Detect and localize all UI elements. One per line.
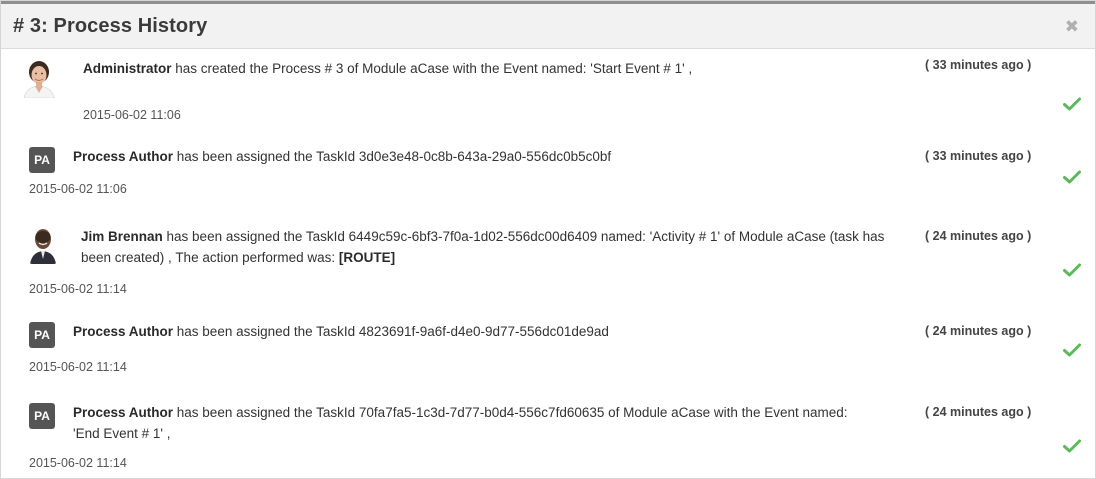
history-entry: PA Process Author has been assigned the …	[1, 146, 1095, 210]
entry-text: Jim Brennan has been assigned the TaskId…	[81, 226, 901, 268]
history-list: Administrator has created the Process # …	[1, 49, 1095, 470]
check-icon	[1063, 439, 1081, 453]
entry-date: 2015-06-02 11:14	[29, 456, 127, 470]
entry-actor: Process Author	[73, 405, 174, 420]
entry-message: has been assigned the TaskId 70fa7fa5-1c…	[73, 405, 848, 441]
entry-actor: Administrator	[83, 61, 172, 76]
entry-main: PA Process Author has been assigned the …	[1, 146, 1095, 173]
entry-message: has been assigned the TaskId 3d0e3e48-0c…	[173, 149, 612, 164]
entry-actor: Jim Brennan	[81, 229, 163, 244]
entry-date: 2015-06-02 11:14	[29, 360, 127, 374]
entry-message: has been assigned the TaskId 6449c59c-6b…	[81, 229, 885, 265]
process-author-avatar: PA	[29, 147, 55, 173]
close-icon[interactable]: ✖	[1061, 16, 1083, 37]
entry-text: Administrator has created the Process # …	[83, 58, 883, 79]
entry-action: [ROUTE]	[338, 250, 396, 265]
entry-main: PA Process Author has been assigned the …	[1, 321, 1095, 348]
entry-main: Administrator has created the Process # …	[1, 55, 1095, 98]
entry-actor: Process Author	[73, 324, 174, 339]
history-entry: Jim Brennan has been assigned the TaskId…	[1, 226, 1095, 308]
entry-time-ago: ( 33 minutes ago )	[925, 149, 1032, 163]
dialog-header: # 3: Process History ✖	[1, 1, 1095, 49]
entry-message: has been assigned the TaskId 4823691f-9a…	[173, 324, 609, 339]
process-author-avatar: PA	[29, 322, 55, 348]
jim-brennan-avatar	[29, 226, 57, 264]
entry-main: Jim Brennan has been assigned the TaskId…	[1, 226, 1095, 268]
entry-actor: Process Author	[73, 149, 174, 164]
entry-date: 2015-06-02 11:06	[83, 108, 181, 122]
administrator-avatar	[21, 58, 57, 98]
entry-text: Process Author has been assigned the Tas…	[73, 402, 873, 444]
entry-date: 2015-06-02 11:14	[29, 282, 127, 296]
entry-text: Process Author has been assigned the Tas…	[73, 146, 873, 167]
check-icon	[1063, 97, 1081, 111]
history-entry: PA Process Author has been assigned the …	[1, 321, 1095, 386]
entry-text: Process Author has been assigned the Tas…	[73, 321, 873, 342]
entry-main: PA Process Author has been assigned the …	[1, 402, 1095, 444]
dialog-title: # 3: Process History	[13, 14, 208, 37]
entry-time-ago: ( 24 minutes ago )	[925, 324, 1032, 338]
check-icon	[1063, 343, 1081, 357]
check-icon	[1063, 170, 1081, 184]
entry-time-ago: ( 24 minutes ago )	[925, 405, 1032, 419]
history-entry: Administrator has created the Process # …	[1, 55, 1095, 132]
history-entry: PA Process Author has been assigned the …	[1, 402, 1095, 470]
process-author-avatar: PA	[29, 403, 55, 429]
entry-date: 2015-06-02 11:06	[29, 182, 127, 196]
entry-time-ago: ( 33 minutes ago )	[925, 58, 1032, 72]
process-history-dialog: # 3: Process History ✖ Administrator has…	[0, 0, 1096, 479]
entry-time-ago: ( 24 minutes ago )	[925, 229, 1032, 243]
entry-message: has created the Process # 3 of Module aC…	[171, 61, 693, 76]
check-icon	[1063, 263, 1081, 277]
